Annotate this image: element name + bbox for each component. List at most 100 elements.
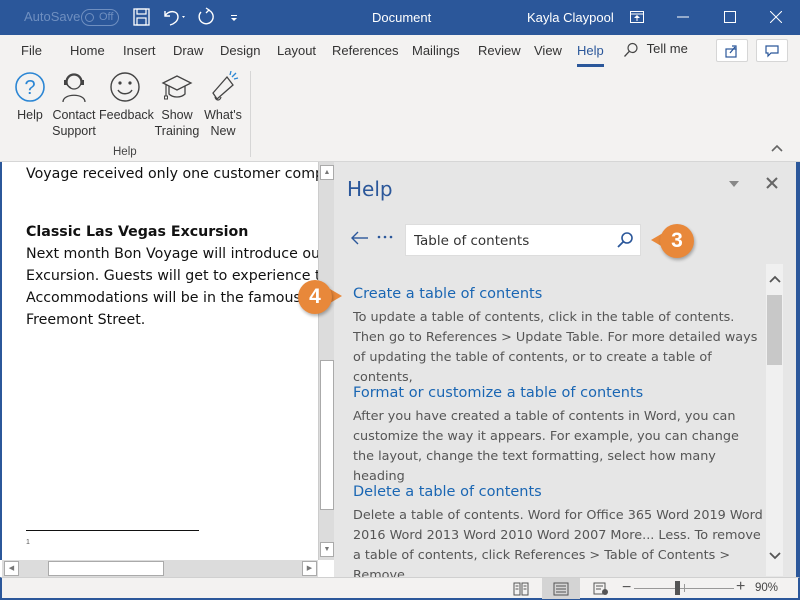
feedback-label: Feedback	[99, 108, 154, 122]
ribbon-group-label: Help	[113, 146, 137, 158]
close-pane-button[interactable]	[766, 174, 778, 194]
pane-scroll-up-button[interactable]	[766, 272, 783, 292]
tab-file[interactable]: File	[21, 43, 42, 58]
minimize-button[interactable]	[671, 6, 695, 28]
tab-design[interactable]: Design	[220, 43, 260, 58]
share-button[interactable]	[716, 39, 748, 62]
undo-button[interactable]	[162, 7, 188, 27]
zoom-out-button[interactable]: −	[622, 579, 631, 597]
close-window-button[interactable]	[764, 6, 788, 28]
help-button[interactable]: ? Help	[12, 71, 48, 123]
zoom-slider-thumb[interactable]	[675, 581, 681, 595]
help-search-input[interactable]	[414, 231, 609, 251]
undo-icon	[164, 10, 185, 26]
graduation-cap-icon	[161, 75, 193, 100]
contact-support-button[interactable]: Contact Support	[50, 71, 98, 139]
save-icon	[133, 8, 150, 26]
search-icon	[624, 42, 638, 57]
back-button[interactable]	[351, 229, 369, 250]
feedback-button[interactable]: Feedback	[99, 71, 154, 123]
ellipsis-icon	[377, 235, 393, 239]
group-separator	[250, 71, 251, 157]
tab-draw[interactable]: Draw	[173, 43, 203, 58]
step-callout-3: 3	[660, 224, 694, 258]
save-button[interactable]	[133, 7, 151, 27]
megaphone-icon	[212, 71, 239, 101]
result-snippet: After you have created a table of conten…	[353, 409, 739, 484]
tab-help[interactable]: Help	[577, 43, 604, 67]
zoom-slider-center-tick	[684, 584, 685, 592]
help-pane-title: Help	[347, 177, 393, 201]
help-search-box	[405, 224, 641, 256]
scroll-down-button[interactable]: ▼	[320, 542, 334, 557]
autosave-label: AutoSave	[24, 9, 81, 24]
doc-line: Next month Bon Voyage will introduce our	[26, 246, 318, 262]
result-link-format-toc[interactable]: Format or customize a table of contents	[353, 385, 763, 401]
tab-home[interactable]: Home	[70, 43, 105, 58]
tab-review[interactable]: Review	[478, 43, 521, 58]
tab-insert[interactable]: Insert	[123, 43, 156, 58]
close-icon	[769, 10, 783, 24]
tell-me-search[interactable]: Tell me	[623, 41, 688, 58]
whats-new-button[interactable]: What's New	[203, 71, 243, 139]
autosave-state: Off	[99, 11, 114, 23]
ribbon-help-group: ? Help Contact Support Feedback Show Tra…	[0, 67, 800, 162]
tab-layout[interactable]: Layout	[277, 43, 316, 58]
scroll-right-button[interactable]: ▶	[302, 561, 317, 576]
print-layout-icon	[553, 582, 569, 596]
comment-icon	[765, 45, 779, 58]
tab-references[interactable]: References	[332, 43, 398, 58]
more-options-button[interactable]	[377, 228, 393, 245]
document-vertical-scrollbar[interactable]: ▲ ▼	[318, 162, 334, 560]
read-mode-button[interactable]	[502, 578, 540, 599]
horizontal-scroll-thumb[interactable]	[48, 561, 164, 576]
customize-qat-button[interactable]	[229, 7, 239, 27]
result-link-delete-toc[interactable]: Delete a table of contents	[353, 484, 763, 500]
user-name[interactable]: Kayla Claypool	[527, 10, 614, 25]
help-search-button[interactable]	[614, 230, 636, 252]
print-layout-button[interactable]	[542, 578, 580, 599]
zoom-percentage[interactable]: 90%	[755, 582, 778, 594]
toggle-knob	[85, 13, 94, 22]
close-icon	[766, 177, 778, 189]
help-question-icon: ?	[15, 72, 45, 102]
show-training-line2: Training	[154, 124, 200, 138]
doc-line: Freemont Street.	[26, 312, 146, 328]
chevron-up-icon	[768, 275, 781, 283]
ribbon-tabs: File Home Insert Draw Design Layout Refe…	[0, 35, 800, 67]
ribbon-display-icon	[630, 11, 644, 23]
tab-mailings[interactable]: Mailings	[412, 43, 460, 58]
result-link-create-toc[interactable]: Create a table of contents	[353, 286, 763, 302]
show-training-button[interactable]: Show Training	[154, 71, 200, 139]
pane-scroll-down-button[interactable]	[766, 549, 783, 569]
chevron-up-icon	[771, 144, 783, 152]
web-layout-button[interactable]	[582, 578, 620, 599]
web-layout-icon	[593, 582, 608, 595]
search-result: Create a table of contents To update a t…	[353, 286, 763, 388]
zoom-in-button[interactable]: +	[736, 578, 745, 596]
scroll-left-button[interactable]: ◀	[4, 561, 19, 576]
help-pane-scrollbar[interactable]	[766, 264, 783, 576]
redo-button[interactable]	[196, 7, 216, 27]
headset-person-icon	[62, 73, 86, 103]
whats-new-line2: New	[210, 124, 236, 138]
pane-scroll-thumb[interactable]	[767, 295, 782, 365]
vertical-scroll-thumb[interactable]	[320, 360, 334, 510]
maximize-button[interactable]	[718, 6, 742, 28]
tab-view[interactable]: View	[534, 43, 562, 58]
collapse-ribbon-button[interactable]	[771, 143, 783, 155]
minimize-icon	[677, 16, 689, 18]
document-page[interactable]: Voyage received only one customer compla…	[0, 162, 318, 560]
title-bar: AutoSave Off Document Kayla Claypool	[0, 0, 800, 35]
whats-new-line1: What's	[204, 108, 242, 122]
comments-button[interactable]	[756, 39, 788, 62]
document-horizontal-scrollbar[interactable]: ◀ ▶	[2, 560, 318, 577]
smiley-face-icon	[110, 72, 140, 102]
chevron-down-icon	[729, 181, 739, 187]
autosave-toggle[interactable]: Off	[81, 9, 119, 26]
back-arrow-icon	[351, 231, 368, 245]
pane-options-button[interactable]	[729, 179, 739, 190]
help-button-label: Help	[17, 108, 43, 122]
ribbon-display-options-button[interactable]	[625, 6, 649, 28]
scroll-up-button[interactable]: ▲	[320, 165, 334, 180]
